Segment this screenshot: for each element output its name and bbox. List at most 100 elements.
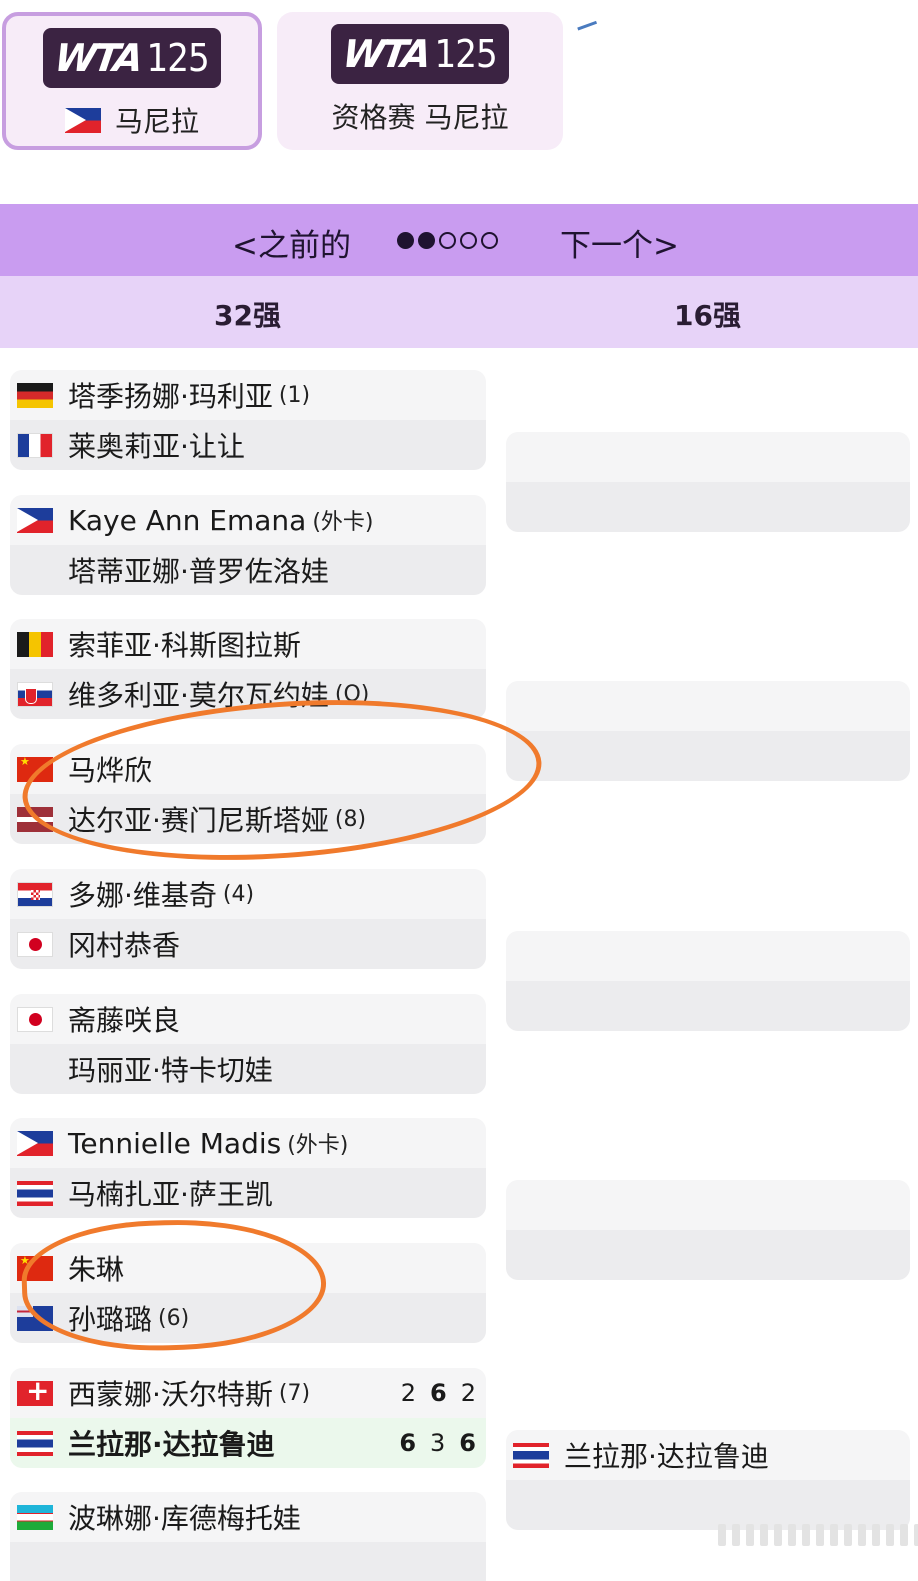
set-scores: 636 (399, 1418, 476, 1468)
no-flag (513, 994, 549, 1019)
wta-logo-number: 125 (146, 36, 210, 80)
round-16-slot[interactable]: 兰拉那·达拉鲁迪 (506, 1430, 910, 1530)
set-score: 6 (459, 1429, 476, 1457)
cn-flag-icon (17, 1255, 53, 1281)
wta-125-logo: WTA 125 (43, 28, 221, 88)
player-row[interactable] (506, 1480, 910, 1530)
player-name: Tennielle Madis (68, 1126, 282, 1160)
ch-flag-icon (17, 1380, 53, 1406)
player-row[interactable]: 马烨欣 (10, 744, 486, 794)
page-dot-5[interactable] (481, 232, 498, 249)
de-flag-icon (17, 382, 53, 408)
player-row[interactable] (506, 681, 910, 731)
ph-flag-icon (64, 107, 101, 133)
th-flag-icon (17, 1430, 53, 1456)
lv-flag-icon (17, 806, 53, 832)
set-score: 6 (399, 1429, 417, 1457)
hr-flag-icon (17, 881, 53, 907)
round-16-slot[interactable] (506, 432, 910, 532)
player-row[interactable]: 达尔亚·赛门尼斯塔娅 (8) (10, 794, 486, 844)
no-flag (513, 944, 549, 969)
player-row[interactable]: 多娜·维基奇 (4) (10, 869, 486, 919)
player-row[interactable]: 玛丽亚·特卡切娃 (10, 1044, 486, 1094)
match-card[interactable]: Kaye Ann Emana (外卡) 塔蒂亚娜·普罗佐洛娃 (10, 495, 486, 595)
match-card[interactable]: 多娜·维基奇 (4) 冈村恭香 (10, 869, 486, 969)
th-flag-icon (513, 1442, 549, 1468)
match-card[interactable]: 斋藤咲良 玛丽亚·特卡切娃 (10, 994, 486, 1094)
player-name: 孙璐璐 (68, 1303, 153, 1336)
jp-flag-icon (17, 931, 53, 957)
player-row[interactable]: Kaye Ann Emana (外卡) (10, 495, 486, 545)
tab-manila-qualifying[interactable]: WTA 125 资格赛 马尼拉 (277, 12, 563, 150)
set-score: 2 (400, 1379, 417, 1407)
scroll-hint (718, 1524, 918, 1546)
player-row[interactable] (506, 1230, 910, 1280)
player-row[interactable] (506, 931, 910, 981)
player-name: 塔季扬娜·玛利亚 (68, 380, 273, 413)
player-row[interactable] (506, 1180, 910, 1230)
sk-flag-icon (17, 681, 53, 707)
player-name: Kaye Ann Emana (68, 503, 307, 537)
page-dot-2[interactable] (418, 232, 435, 249)
player-seed: (外卡) (287, 1133, 349, 1158)
player-row[interactable]: 斋藤咲良 (10, 994, 486, 1044)
player-row[interactable]: Tennielle Madis (外卡) (10, 1118, 486, 1168)
round-of-32-label: 32强 (214, 299, 281, 332)
player-row[interactable] (506, 981, 910, 1031)
no-flag (513, 445, 549, 470)
player-row[interactable]: 塔蒂亚娜·普罗佐洛娃 (10, 545, 486, 595)
tab-qualifying-label: 资格赛 马尼拉 (331, 101, 509, 134)
no-flag (513, 1243, 549, 1268)
round-16-slot[interactable] (506, 931, 910, 1031)
next-round-button[interactable]: 下一个> (560, 220, 679, 265)
match-card[interactable]: 朱琳孙璐璐(6) (10, 1243, 486, 1343)
player-row[interactable]: 索菲亚·科斯图拉斯 (10, 619, 486, 669)
player-row[interactable]: 波琳娜·库德梅托娃 (10, 1492, 486, 1542)
match-card[interactable]: 索菲亚·科斯图拉斯 维多利亚·莫尔瓦约娃 (Q) (10, 619, 486, 719)
no-flag (513, 495, 549, 520)
round-header: 32强 16强 (0, 276, 918, 348)
player-row[interactable] (10, 1542, 486, 1581)
player-name: 兰拉那·达拉鲁迪 (68, 1428, 275, 1461)
set-score: 6 (430, 1379, 447, 1407)
player-row[interactable] (506, 482, 910, 532)
set-score: 3 (430, 1429, 446, 1457)
player-seed: (1) (278, 382, 311, 408)
ph-flag-icon (17, 1130, 53, 1156)
match-card[interactable]: 西蒙娜·沃尔特斯(7)262兰拉那·达拉鲁迪636 (10, 1368, 486, 1468)
player-name: 马楠扎亚·萨王凯 (68, 1178, 273, 1211)
match-card[interactable]: 塔季扬娜·玛利亚 (1) 莱奥莉亚·让让 (10, 370, 486, 470)
page-dot-3[interactable] (439, 232, 456, 249)
set-scores: 262 (401, 1368, 476, 1418)
player-row[interactable]: 兰拉那·达拉鲁迪 (506, 1430, 910, 1480)
match-card[interactable]: Tennielle Madis (外卡) 马楠扎亚·萨王凯 (10, 1118, 486, 1218)
player-row[interactable]: 朱琳 (10, 1243, 486, 1293)
match-card[interactable]: 马烨欣达尔亚·赛门尼斯塔娅(8) (10, 744, 486, 844)
player-seed: (Q) (334, 681, 370, 707)
player-row[interactable]: 孙璐璐 (6) (10, 1293, 486, 1343)
nz-flag-icon (17, 1305, 53, 1331)
player-row-winner[interactable]: 兰拉那·达拉鲁迪 6 3 6 (10, 1418, 486, 1468)
previous-round-button[interactable]: <之前的 (232, 220, 351, 265)
player-name: 维多利亚·莫尔瓦约娃 (68, 679, 329, 712)
ph-flag-icon (17, 507, 53, 533)
player-row[interactable]: 维多利亚·莫尔瓦约娃 (Q) (10, 669, 486, 719)
player-row[interactable]: 塔季扬娜·玛利亚 (1) (10, 370, 486, 420)
player-seed: (8) (334, 806, 367, 832)
player-row[interactable] (506, 432, 910, 482)
page-dot-1[interactable] (397, 232, 414, 249)
player-row[interactable]: 莱奥莉亚·让让 (10, 420, 486, 470)
wta-logo-mark: WTA (340, 32, 432, 76)
player-row[interactable]: 马楠扎亚·萨王凯 (10, 1168, 486, 1218)
round-16-slot[interactable] (506, 681, 910, 781)
round-16-slot[interactable] (506, 1180, 910, 1280)
player-row[interactable] (506, 731, 910, 781)
player-name: 多娜·维基奇 (68, 879, 217, 912)
no-flag (17, 558, 53, 583)
player-seed: (外卡) (312, 510, 374, 535)
player-row[interactable]: 冈村恭香 (10, 919, 486, 969)
page-dot-4[interactable] (460, 232, 477, 249)
player-row[interactable]: 西蒙娜·沃尔特斯(7) 262 (10, 1368, 486, 1418)
tab-manila[interactable]: WTA 125 马尼拉 (2, 12, 262, 150)
match-card[interactable]: 波琳娜·库德梅托娃 (10, 1492, 486, 1581)
